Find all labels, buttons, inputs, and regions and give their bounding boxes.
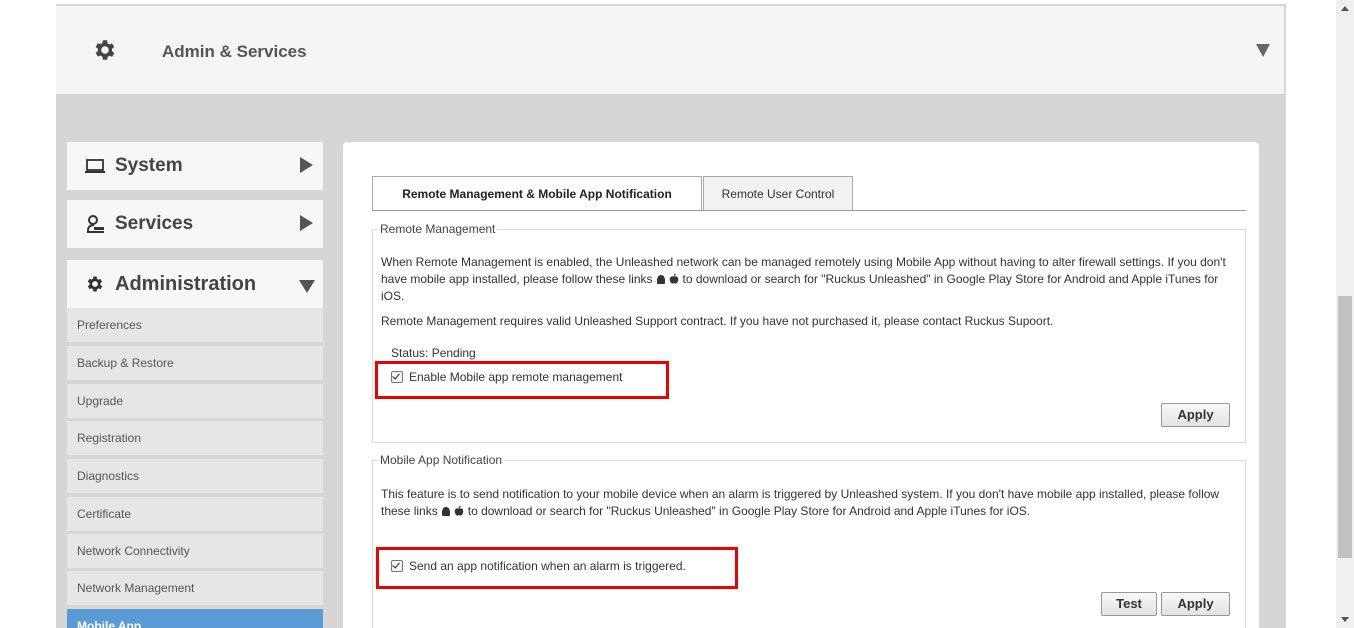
remote-management-apply-button[interactable]: Apply — [1161, 403, 1230, 427]
apple-icon[interactable] — [454, 506, 464, 517]
remote-management-legend: Remote Management — [378, 222, 498, 236]
remote-management-status: Status: Pending — [391, 346, 476, 360]
header-title: Admin & Services — [162, 42, 307, 61]
sidebar-administration-label: Administration — [115, 273, 257, 295]
notification-test-button[interactable]: Test — [1101, 592, 1157, 616]
sidebar-item-network-management[interactable]: Network Management — [67, 571, 323, 605]
sidebar-item-backup-restore[interactable]: Backup & Restore — [67, 346, 323, 380]
mobile-notification-legend: Mobile App Notification — [378, 453, 505, 467]
services-icon — [87, 215, 104, 233]
apple-icon[interactable] — [669, 274, 679, 285]
scroll-down-arrow-icon[interactable] — [1341, 617, 1349, 622]
sidebar-system-label: System — [115, 155, 183, 176]
remote-management-description: When Remote Management is enabled, the U… — [381, 254, 1243, 305]
sidebar-item-mobile-app[interactable]: Mobile App — [67, 609, 323, 628]
collapse-caret-icon[interactable] — [1256, 44, 1270, 57]
android-icon[interactable] — [656, 274, 666, 285]
tabs-divider — [372, 210, 1246, 211]
expand-arrow-icon — [300, 157, 313, 173]
sidebar-item-network-connectivity[interactable]: Network Connectivity — [67, 534, 323, 568]
tab-remote-user-control[interactable]: Remote User Control — [703, 176, 853, 210]
admin-services-header[interactable]: Admin & Services — [56, 6, 1284, 95]
sidebar-system[interactable]: System — [67, 142, 323, 190]
mobile-notification-description: This feature is to send notification to … — [381, 486, 1243, 520]
tab-remote-management-notification[interactable]: Remote Management & Mobile App Notificat… — [372, 176, 702, 211]
expand-arrow-icon — [300, 215, 313, 231]
sidebar-item-preferences[interactable]: Preferences — [67, 308, 323, 342]
collapse-arrow-icon — [299, 280, 315, 293]
gear-icon — [95, 40, 115, 60]
scroll-up-arrow-icon[interactable] — [1341, 6, 1349, 11]
notification-apply-button[interactable]: Apply — [1161, 592, 1230, 616]
vertical-scrollbar[interactable] — [1336, 0, 1354, 628]
sidebar-item-registration[interactable]: Registration — [67, 421, 323, 455]
gear-icon — [87, 276, 103, 292]
android-icon[interactable] — [441, 506, 451, 517]
sidebar-services[interactable]: Services — [67, 200, 323, 248]
highlight-box — [375, 361, 669, 399]
laptop-icon — [85, 159, 105, 173]
sidebar-item-diagnostics[interactable]: Diagnostics — [67, 459, 323, 493]
sidebar-item-upgrade[interactable]: Upgrade — [67, 384, 323, 418]
highlight-box — [376, 547, 738, 589]
remote-management-contract-note: Remote Management requires valid Unleash… — [381, 314, 1054, 328]
sidebar-item-certificate[interactable]: Certificate — [67, 497, 323, 531]
page-frame: Admin & Services System Services Adminis… — [0, 0, 1336, 628]
sidebar-administration[interactable]: Administration — [67, 260, 323, 308]
sidebar-services-label: Services — [115, 213, 194, 234]
mobile-notification-desc-part2: to download or search for "Ruckus Unleas… — [467, 504, 1031, 518]
scroll-thumb[interactable] — [1338, 296, 1352, 558]
